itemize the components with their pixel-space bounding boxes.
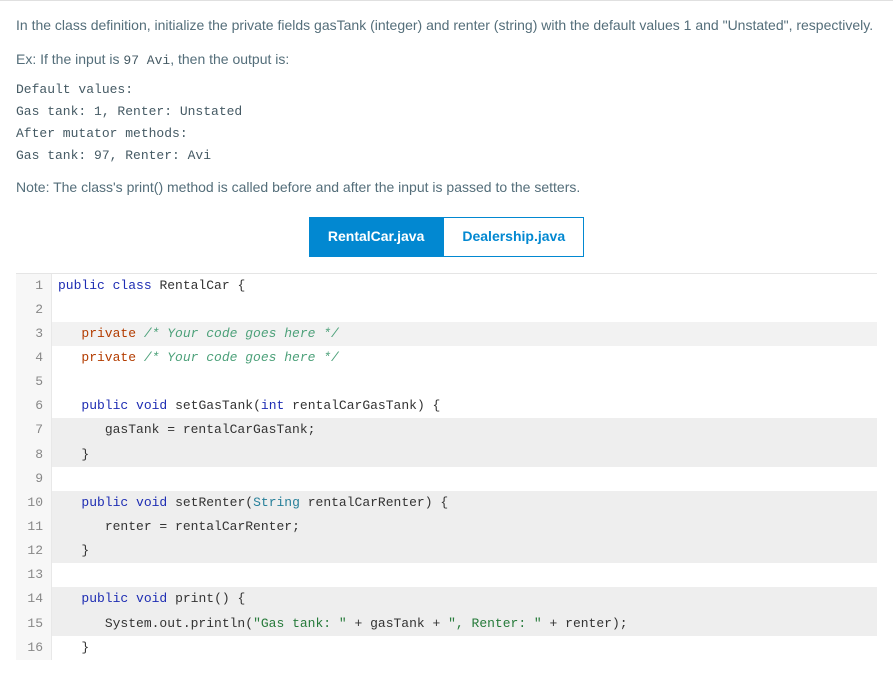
line-number: 12: [16, 539, 52, 563]
code-content[interactable]: [52, 370, 877, 394]
line-number: 14: [16, 587, 52, 611]
code-line: 14 public void print() {: [16, 587, 877, 611]
line-number: 4: [16, 346, 52, 370]
line-number: 16: [16, 636, 52, 660]
code-line: 6 public void setGasTank(int rentalCarGa…: [16, 394, 877, 418]
example-input: 97 Avi: [123, 53, 170, 68]
field-name: renter: [105, 519, 152, 534]
code-content[interactable]: [52, 467, 877, 491]
note-text: Note: The class's print() method is call…: [16, 177, 877, 199]
code-line: 13: [16, 563, 877, 587]
code-line: 12 }: [16, 539, 877, 563]
code-content[interactable]: System.out.println("Gas tank: " + gasTan…: [52, 612, 877, 636]
kw-public: public: [81, 495, 128, 510]
field-name: gasTank: [105, 422, 160, 437]
method-name: print: [175, 591, 214, 606]
line-number: 10: [16, 491, 52, 515]
code-content[interactable]: }: [52, 539, 877, 563]
code-content[interactable]: renter = rentalCarRenter;: [52, 515, 877, 539]
line-number: 11: [16, 515, 52, 539]
kw-public: public: [81, 591, 128, 606]
type-string: String: [253, 495, 300, 510]
code-line: 10 public void setRenter(String rentalCa…: [16, 491, 877, 515]
line-number: 15: [16, 612, 52, 636]
string-literal: ", Renter: ": [448, 616, 542, 631]
param-name: rentalCarRenter: [175, 519, 292, 534]
placeholder-comment: /* Your code goes here */: [144, 326, 339, 341]
kw-private: private: [81, 326, 136, 341]
code-content[interactable]: public void print() {: [52, 587, 877, 611]
code-line: 16 }: [16, 636, 877, 660]
line-number: 2: [16, 298, 52, 322]
line-number: 6: [16, 394, 52, 418]
code-line: 11 renter = rentalCarRenter;: [16, 515, 877, 539]
example-prefix: Ex: If the input is: [16, 51, 123, 67]
code-content[interactable]: private /* Your code goes here */: [52, 322, 877, 346]
code-editor[interactable]: 1 public class RentalCar { 2 3 private /…: [16, 273, 877, 660]
code-line: 8 }: [16, 443, 877, 467]
line-number: 7: [16, 418, 52, 442]
code-line: 5: [16, 370, 877, 394]
kw-int: int: [261, 398, 284, 413]
kw-public: public: [81, 398, 128, 413]
line-number: 1: [16, 274, 52, 298]
code-line: 1 public class RentalCar {: [16, 274, 877, 298]
param-name: rentalCarRenter: [308, 495, 425, 510]
code-content[interactable]: private /* Your code goes here */: [52, 346, 877, 370]
method-name: setRenter: [175, 495, 245, 510]
problem-prompt: In the class definition, initialize the …: [16, 15, 877, 37]
code-content[interactable]: [52, 563, 877, 587]
code-content[interactable]: }: [52, 443, 877, 467]
code-content[interactable]: public class RentalCar {: [52, 274, 877, 298]
file-tabs: RentalCar.java Dealership.java: [16, 217, 877, 257]
kw-private: private: [81, 350, 136, 365]
code-line: 9: [16, 467, 877, 491]
param-name: rentalCarGasTank: [183, 422, 308, 437]
line-number: 5: [16, 370, 52, 394]
placeholder-comment: /* Your code goes here */: [144, 350, 339, 365]
field-name: gasTank: [370, 616, 425, 631]
line-number: 13: [16, 563, 52, 587]
code-line: 7 gasTank = rentalCarGasTank;: [16, 418, 877, 442]
string-literal: "Gas tank: ": [253, 616, 347, 631]
tab-rentalcar[interactable]: RentalCar.java: [309, 217, 444, 257]
example-label: Ex: If the input is 97 Avi, then the out…: [16, 49, 877, 71]
kw-void: void: [136, 398, 167, 413]
call-println: System.out.println: [105, 616, 245, 631]
kw-void: void: [136, 591, 167, 606]
tab-dealership[interactable]: Dealership.java: [443, 217, 584, 257]
code-content[interactable]: public void setGasTank(int rentalCarGasT…: [52, 394, 877, 418]
code-content[interactable]: public void setRenter(String rentalCarRe…: [52, 491, 877, 515]
code-line: 2: [16, 298, 877, 322]
kw-public: public: [58, 278, 105, 293]
class-name: RentalCar: [159, 278, 229, 293]
line-number: 8: [16, 443, 52, 467]
code-content[interactable]: }: [52, 636, 877, 660]
example-suffix: , then the output is:: [170, 51, 289, 67]
code-content[interactable]: [52, 298, 877, 322]
kw-class: class: [113, 278, 152, 293]
param-name: rentalCarGasTank: [292, 398, 417, 413]
line-number: 3: [16, 322, 52, 346]
field-name: renter: [565, 616, 612, 631]
code-content[interactable]: gasTank = rentalCarGasTank;: [52, 418, 877, 442]
code-line: 3 private /* Your code goes here */: [16, 322, 877, 346]
kw-void: void: [136, 495, 167, 510]
code-line: 15 System.out.println("Gas tank: " + gas…: [16, 612, 877, 636]
code-line: 4 private /* Your code goes here */: [16, 346, 877, 370]
method-name: setGasTank: [175, 398, 253, 413]
sample-output: Default values: Gas tank: 1, Renter: Uns…: [16, 79, 877, 167]
line-number: 9: [16, 467, 52, 491]
